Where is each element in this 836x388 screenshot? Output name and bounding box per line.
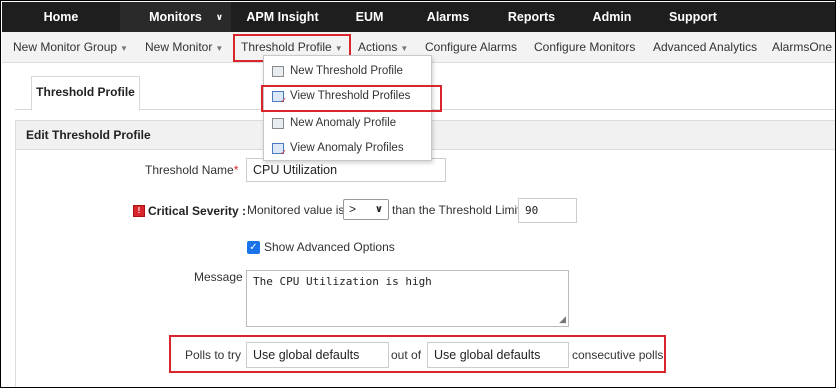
top-nav-alarms[interactable]: Alarms <box>405 2 491 32</box>
sub-nav-label: Configure Alarms <box>425 40 518 54</box>
threshold-profile-menu: New Threshold Profile ✓ View Threshold P… <box>263 55 432 161</box>
resize-handle-icon[interactable]: ◢ <box>559 314 566 325</box>
chevron-down-icon: ∨ <box>374 204 383 215</box>
sub-nav-configure-alarms[interactable]: Configure Alarms <box>425 32 517 63</box>
required-mark: * <box>233 163 239 177</box>
caret-down-icon: ▼ <box>400 44 409 53</box>
view-profiles-icon: ✓ <box>272 91 287 105</box>
top-nav-monitors[interactable]: Monitors ∨ <box>120 2 231 32</box>
operator-select[interactable]: > ∨ <box>343 199 389 220</box>
tab-threshold-profile[interactable]: Threshold Profile <box>31 76 140 111</box>
message-textarea[interactable]: The CPU Utilization is high ◢ <box>246 270 569 327</box>
top-nav-eum[interactable]: EUM <box>334 2 405 32</box>
threshold-name-input[interactable]: CPU Utilization <box>246 158 446 182</box>
threshold-limit-input[interactable]: 90 <box>518 198 577 223</box>
critical-severity-icon: ! <box>133 205 145 217</box>
sub-nav-configure-monitors[interactable]: Configure Monitors <box>534 32 635 63</box>
sub-nav-new-monitor-group[interactable]: New Monitor Group ▼ <box>13 32 128 63</box>
sub-nav-label: Configure Monitors <box>534 40 636 54</box>
than-limit-label: than the Threshold Limit <box>392 203 521 217</box>
top-nav-label: Home <box>43 10 79 24</box>
sub-nav-label: New Monitor Group <box>13 40 118 54</box>
sub-nav-alarmsone[interactable]: AlarmsOne <box>772 32 832 63</box>
threshold-name-label: Threshold Name* <box>145 163 238 177</box>
sub-nav-label: Threshold Profile <box>241 40 332 54</box>
view-profiles-icon: ✓ <box>272 143 287 157</box>
chevron-down-icon: ∨ <box>215 12 223 22</box>
top-nav-label: APM Insight <box>246 10 319 24</box>
menu-item-view-threshold-profiles[interactable]: ✓ View Threshold Profiles <box>264 84 433 109</box>
menu-item-label: New Threshold Profile <box>290 65 403 77</box>
tab-label: Threshold Profile <box>36 85 135 99</box>
app-window: Home Monitors ∨ APM Insight EUM Alarms Re… <box>0 0 836 388</box>
top-nav-label: Support <box>669 10 717 24</box>
menu-item-label: New Anomaly Profile <box>290 117 397 129</box>
critical-severity-label: Critical Severity : <box>148 204 247 218</box>
top-nav-home[interactable]: Home <box>2 2 120 32</box>
consecutive-polls-label: consecutive polls <box>572 348 664 362</box>
sub-nav-label: AlarmsOne <box>772 40 833 54</box>
menu-item-label: View Threshold Profiles <box>290 90 411 102</box>
top-nav-label: Alarms <box>426 10 470 24</box>
menu-item-view-anomaly-profiles[interactable]: ✓ View Anomaly Profiles <box>264 136 433 161</box>
threshold-name-label-text: Threshold Name <box>145 163 234 177</box>
menu-item-new-anomaly-profile[interactable]: New Anomaly Profile <box>264 111 433 136</box>
caret-down-icon: ▼ <box>334 44 343 53</box>
top-nav-label: Admin <box>592 10 632 24</box>
top-nav: Home Monitors ∨ APM Insight EUM Alarms Re… <box>2 2 835 32</box>
sub-nav-label: Actions <box>358 40 398 54</box>
message-label: Message <box>194 270 243 284</box>
polls-to-try-label: Polls to try <box>185 348 242 362</box>
new-profile-icon <box>272 118 284 129</box>
top-nav-label: EUM <box>355 10 384 24</box>
menu-item-new-threshold-profile[interactable]: New Threshold Profile <box>264 59 433 84</box>
operator-value: > <box>349 202 357 216</box>
top-nav-support[interactable]: Support <box>652 2 734 32</box>
new-profile-icon <box>272 66 284 77</box>
menu-item-label: View Anomaly Profiles <box>290 142 404 154</box>
top-nav-reports[interactable]: Reports <box>491 2 572 32</box>
caret-down-icon: ▼ <box>120 44 128 53</box>
sub-nav-new-monitor[interactable]: New Monitor ▼ <box>145 32 223 63</box>
sub-nav-label: Advanced Analytics <box>653 40 758 54</box>
message-text: The CPU Utilization is high <box>253 275 432 288</box>
show-advanced-checkbox[interactable]: ✓ <box>247 241 260 254</box>
top-nav-admin[interactable]: Admin <box>572 2 652 32</box>
polls-to-try-input[interactable]: Use global defaults <box>246 342 389 368</box>
caret-down-icon: ▼ <box>215 44 224 53</box>
consecutive-polls-input[interactable]: Use global defaults <box>427 342 569 368</box>
top-nav-label: Reports <box>507 10 556 24</box>
show-advanced-label: Show Advanced Options <box>264 240 395 254</box>
out-of-label: out of <box>391 348 422 362</box>
top-nav-apm-insight[interactable]: APM Insight <box>231 2 334 32</box>
sub-nav-advanced-analytics[interactable]: Advanced Analytics <box>653 32 757 63</box>
top-nav-label: Monitors <box>149 10 202 24</box>
monitored-value-label: Monitored value is <box>247 203 345 217</box>
sub-nav-label: New Monitor <box>145 40 213 54</box>
